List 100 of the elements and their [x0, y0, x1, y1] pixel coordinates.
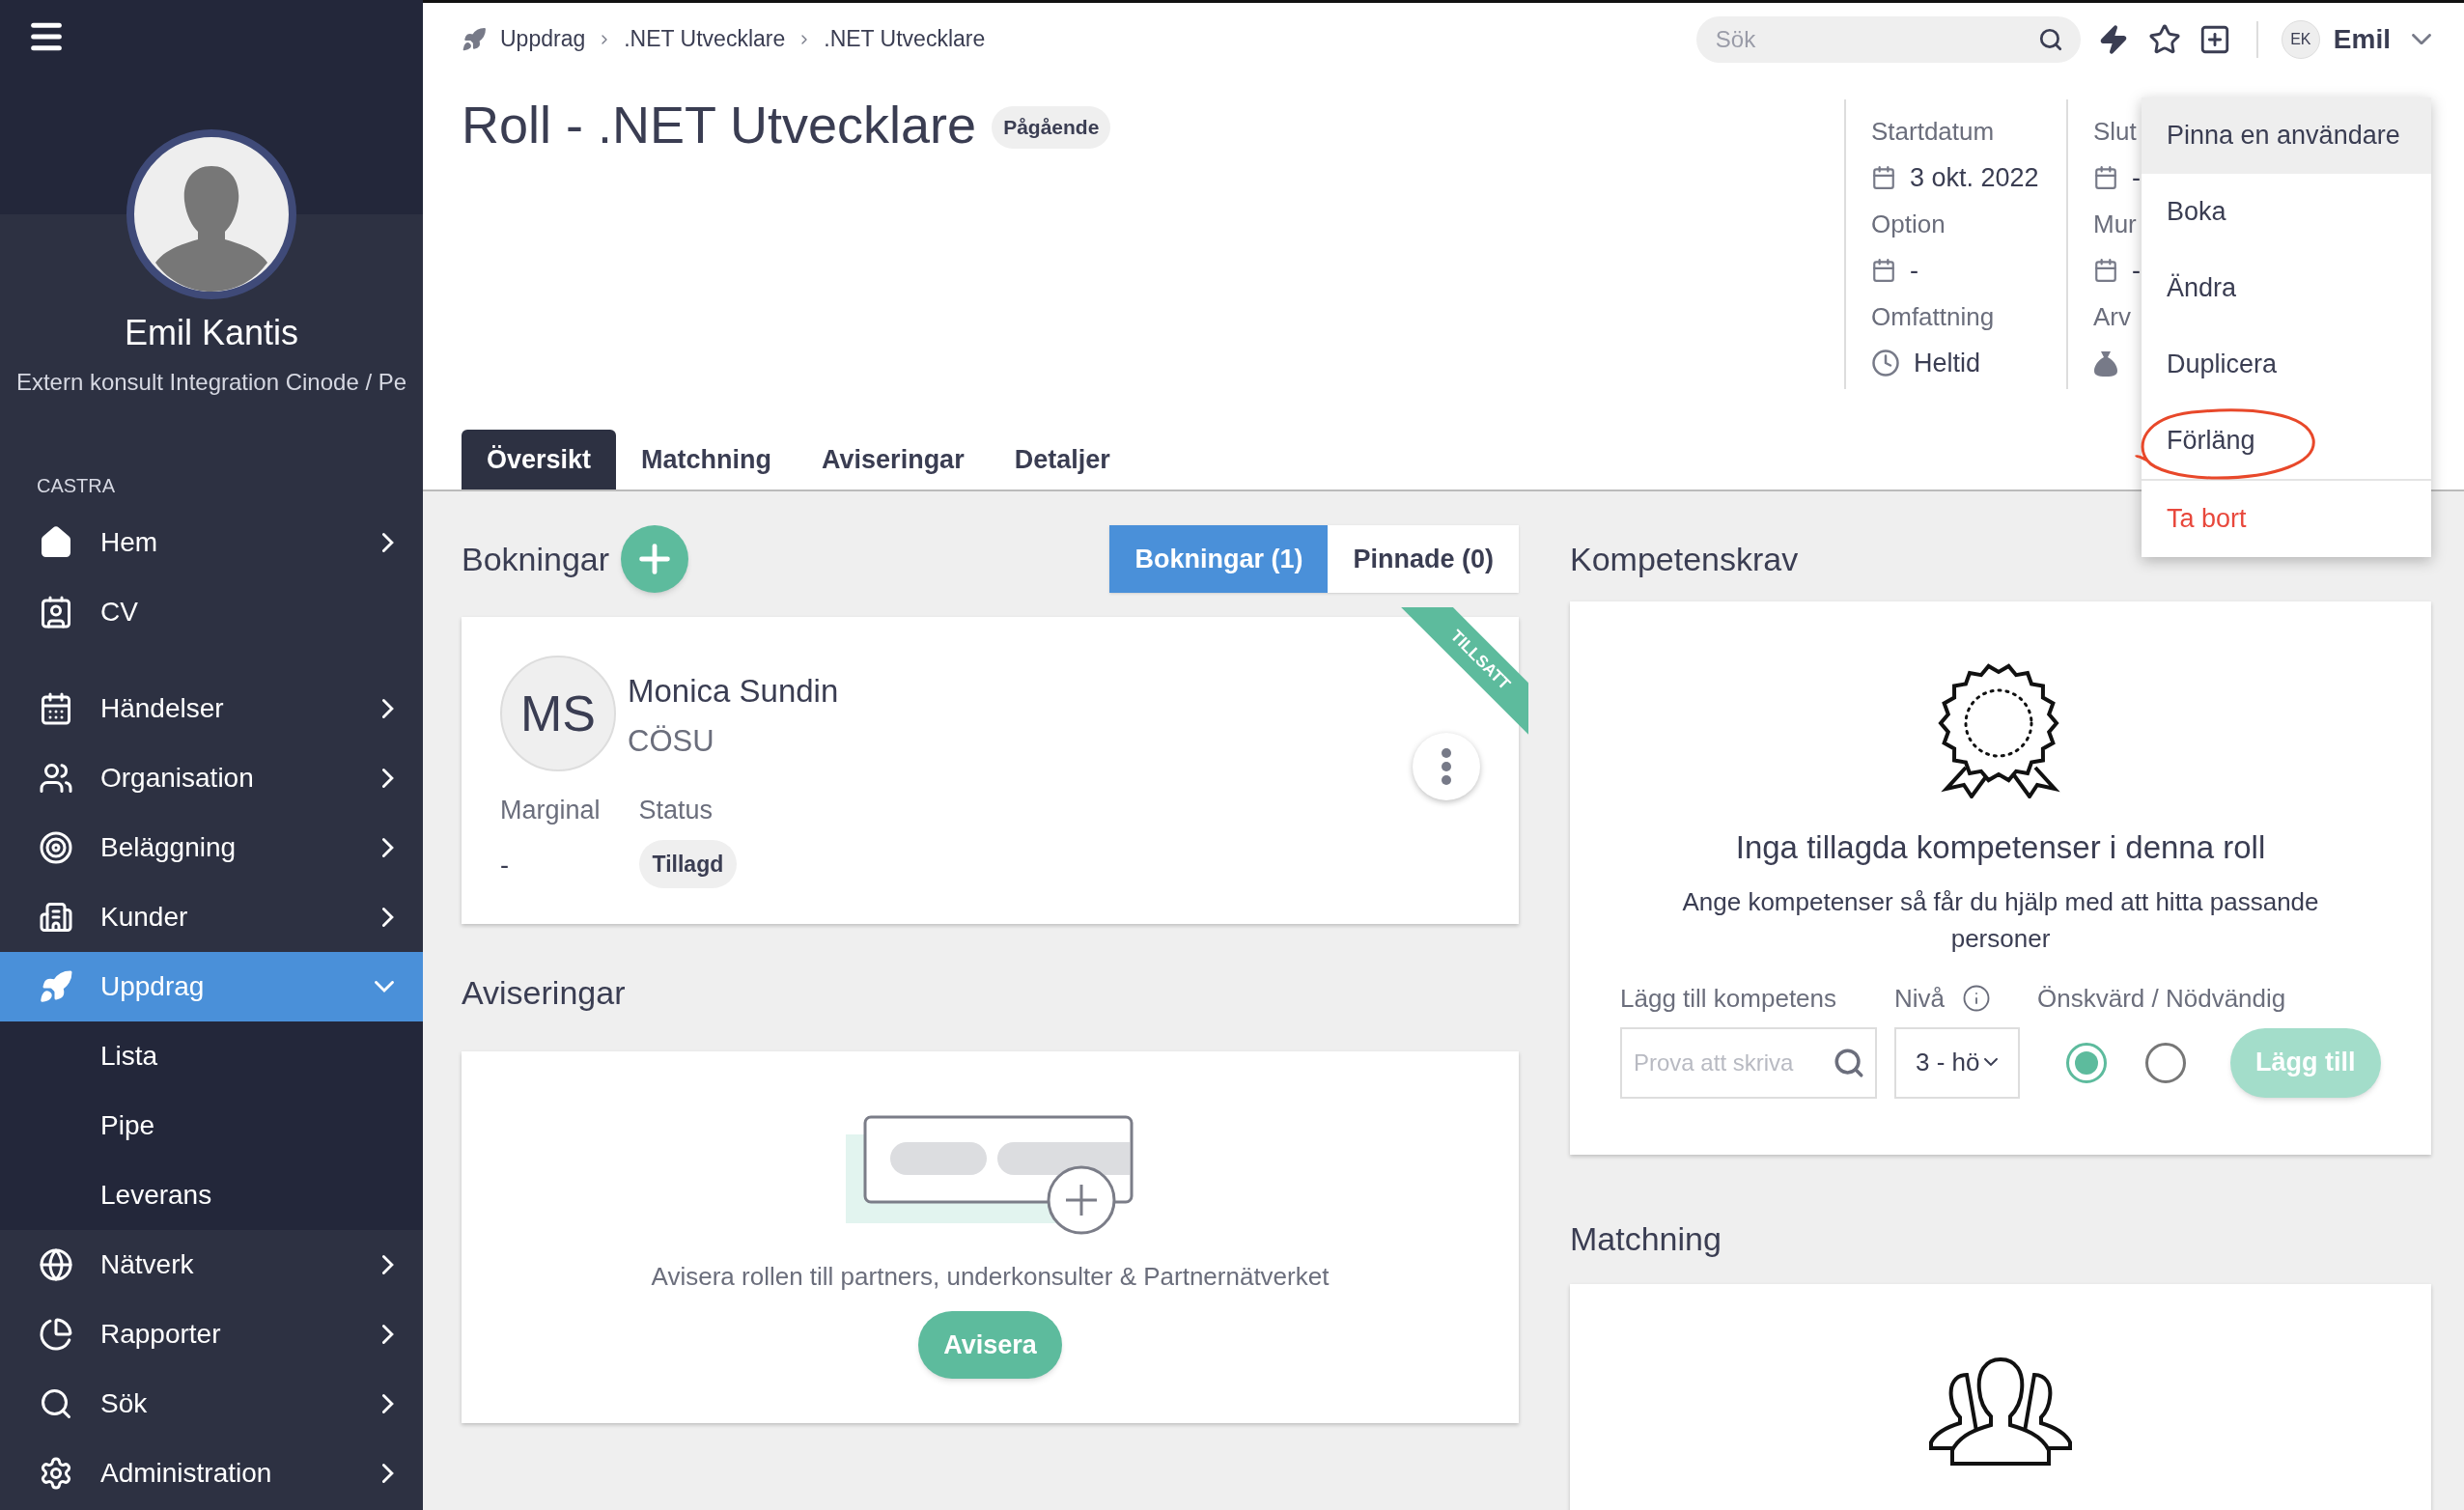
chevron-right-icon — [382, 1325, 394, 1344]
chevron-right-icon — [382, 769, 394, 788]
radio-button[interactable] — [2145, 1042, 2186, 1083]
tab[interactable]: Matchning — [616, 430, 798, 489]
nav-item[interactable]: Händelser — [0, 674, 423, 743]
chevron-right-icon — [382, 533, 394, 552]
home-icon — [39, 525, 73, 560]
status-badge: Pågående — [992, 106, 1111, 149]
field-label: Nivå — [1894, 982, 1945, 1015]
search-icon — [39, 1386, 73, 1421]
user-title: Extern konsult Integration Cinode / Pe — [15, 368, 407, 397]
field-label: Marginal — [500, 795, 601, 826]
chevron-right-icon — [382, 838, 394, 857]
menu-item[interactable]: Duplicera — [2142, 326, 2431, 403]
field-value: 3 okt. 2022 — [1910, 161, 2039, 194]
person-name: Monica Sundin — [628, 672, 839, 711]
target-icon — [39, 830, 73, 865]
nav-item[interactable]: Beläggning — [0, 813, 423, 882]
field-value: Heltid — [1914, 347, 1981, 379]
settings-icon — [39, 1456, 73, 1491]
nav-item[interactable]: Rapporter — [0, 1300, 423, 1369]
people-icon — [39, 761, 73, 796]
money-bag-icon — [2093, 350, 2118, 377]
nav-item[interactable]: CV — [0, 577, 423, 647]
menu-item[interactable]: Ta bort — [2142, 481, 2431, 557]
breadcrumb-link[interactable]: .NET Utvecklare — [824, 22, 986, 56]
menu-item[interactable]: Ändra — [2142, 250, 2431, 326]
field-label: Option — [1871, 209, 1946, 240]
notifications-text: Avisera rollen till partners, underkonsulter & Partnernätverket — [651, 1261, 1330, 1293]
tab[interactable]: Översikt — [462, 430, 617, 489]
search-icon — [2037, 26, 2063, 52]
level-select[interactable]: 3 - hö — [1894, 1026, 2020, 1099]
field-value: - — [1910, 254, 1918, 287]
nav-subitem[interactable]: Leverans — [0, 1160, 423, 1230]
chevron-down-icon — [375, 981, 394, 993]
clock-icon — [1871, 349, 1900, 378]
nav-item[interactable]: Organisation — [0, 743, 423, 813]
tab[interactable]: Detaljer — [989, 430, 1135, 489]
field-label: Startdatum — [1871, 116, 1996, 148]
user-name: Emil Kantis — [124, 312, 299, 354]
more-button[interactable] — [1413, 733, 1480, 800]
tab[interactable]: Aviseringar — [797, 430, 990, 489]
search-field[interactable]: Sök — [1695, 15, 2081, 63]
chevron-down-icon — [1983, 1058, 1998, 1067]
chevron-right-icon — [382, 1255, 394, 1274]
chevron-right-icon — [382, 908, 394, 927]
nav-item[interactable]: Nätverk — [0, 1230, 423, 1300]
more-icon — [1441, 747, 1452, 786]
field-label: Önskvärd / Nödvändig — [2037, 982, 2287, 1015]
star-icon[interactable] — [2147, 22, 2181, 56]
toggle-button[interactable]: Pinnade (0) — [1328, 525, 1519, 593]
avatar-icon — [126, 129, 296, 299]
rocket-icon — [39, 969, 73, 1004]
globe-icon — [39, 1247, 73, 1282]
field-label: Slut — [2093, 116, 2138, 148]
field-label: Lägg till kompetens — [1620, 982, 1838, 1015]
nav-item[interactable]: Hem — [0, 508, 423, 577]
field-value: - — [500, 849, 510, 881]
section-title: Bokningar — [462, 539, 610, 579]
section-title: Kompetenskrav — [1570, 539, 1800, 579]
empty-title: Inga tillagda kompetenser i denna roll — [1735, 828, 2266, 867]
chevron-down-icon — [2412, 33, 2431, 45]
rocket-icon — [462, 26, 487, 52]
id-card-icon — [39, 595, 73, 629]
nav-item[interactable]: Administration — [0, 1439, 423, 1508]
calendar-icon — [1871, 258, 1896, 283]
breadcrumb-link[interactable]: .NET Utvecklare — [624, 22, 786, 56]
menu-item[interactable]: Boka — [2142, 174, 2431, 250]
nav-subitem[interactable]: Pipe — [0, 1091, 423, 1160]
radio-button[interactable] — [2066, 1042, 2107, 1083]
page-title: Roll - .NET Utvecklare — [462, 97, 977, 154]
calendar-icon — [1871, 165, 1896, 190]
status-badge: Tillagd — [638, 839, 738, 888]
menu-item[interactable]: Pinna en användare — [2142, 98, 2431, 174]
info-icon[interactable] — [1962, 984, 1991, 1013]
field-label: Status — [638, 795, 714, 826]
pie-chart-icon — [39, 1317, 73, 1352]
field-value: - — [2132, 161, 2141, 194]
calendar-icon — [2093, 165, 2118, 190]
empty-text: Ange kompetenser så får du hjälp med att hitta passande personer — [1681, 885, 2320, 955]
nav-item[interactable]: Kunder — [0, 882, 423, 952]
field-value: - — [2132, 254, 2141, 287]
nav-item[interactable]: Sök — [0, 1369, 423, 1439]
field-label: Arv — [2093, 301, 2132, 333]
section-label: CASTRA — [37, 474, 116, 498]
field-label: Mur — [2093, 209, 2138, 240]
calendar-icon — [39, 691, 73, 726]
menu-item[interactable]: Förläng — [2142, 403, 2431, 479]
user-avatar: EK — [2281, 19, 2320, 59]
calendar-icon — [2093, 258, 2118, 283]
competence-search-field[interactable]: Prova att skriva — [1620, 1026, 1877, 1099]
chevron-right-icon — [382, 699, 394, 718]
search-icon — [1833, 1046, 1865, 1079]
chevron-right-icon — [382, 1394, 394, 1413]
buildings-icon — [39, 900, 73, 935]
section-title: Aviseringar — [462, 973, 627, 1013]
breadcrumb-link[interactable]: Uppdrag — [500, 22, 586, 56]
nav-subitem[interactable]: Lista — [0, 1021, 423, 1091]
user-menu[interactable]: EK Emil — [2281, 18, 2431, 60]
chevron-right-icon — [382, 1464, 394, 1483]
